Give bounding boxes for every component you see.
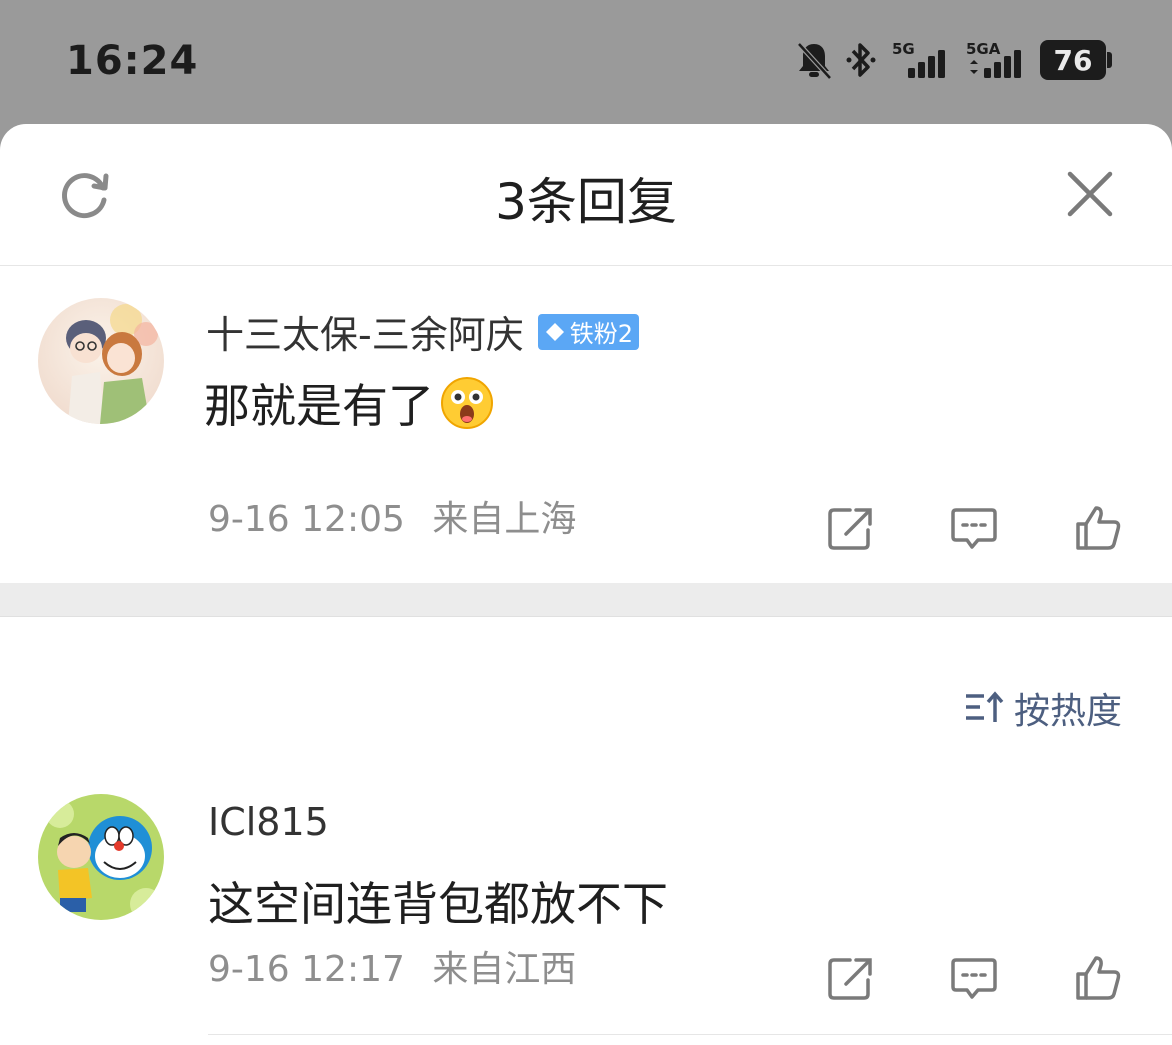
share-icon[interactable] [826, 954, 874, 1002]
sheet-header: 3条回复 [0, 124, 1172, 266]
close-icon[interactable] [1064, 168, 1116, 220]
comment-location: 来自上海 [432, 499, 577, 540]
comment-date: 9-16 12:17 [208, 949, 405, 990]
svg-text:5GA: 5GA [966, 40, 1001, 58]
fan-badge-label: 铁粉2 [569, 320, 633, 348]
section-divider [0, 583, 1172, 617]
avatar[interactable] [38, 298, 164, 424]
author-name[interactable]: ICl815 [208, 800, 329, 844]
author-row: ICl815 [208, 800, 329, 844]
diamond-icon [545, 322, 564, 341]
bluetooth-icon [846, 43, 876, 77]
share-icon[interactable] [826, 504, 874, 552]
status-bar: 16:24 5G 5GA 76 [0, 0, 1172, 124]
comment-icon[interactable] [950, 504, 998, 552]
signal-5ga-icon: 5GA [966, 40, 1021, 78]
comment-location: 来自江西 [432, 949, 577, 990]
bell-off-icon [797, 42, 832, 80]
comment-meta: 9-16 12:05 来自上海 [208, 490, 576, 542]
author-row: 十三太保-三余阿庆 铁粉2 [206, 304, 639, 359]
reply-sheet: 3条回复 十三太保-三余阿庆 铁粉2 那就是有了 9-16 12:05 来自上海… [0, 124, 1172, 1045]
sort-button[interactable]: 按热度 [964, 682, 1122, 734]
sort-icon [965, 691, 1004, 722]
status-icons: 5G 5GA 76 [796, 38, 1112, 82]
comment-body: 这空间连背包都放不下 [208, 877, 668, 931]
author-name[interactable]: 十三太保-三余阿庆 [206, 304, 524, 359]
reply-item: ICl815 这空间连背包都放不下 9-16 12:17 来自江西 [0, 764, 1172, 1034]
main-comment: 十三太保-三余阿庆 铁粉2 那就是有了 9-16 12:05 来自上海 [0, 266, 1172, 583]
comment-meta: 9-16 12:17 来自江西 [208, 940, 576, 992]
reply-divider [208, 1034, 1172, 1035]
comment-actions [826, 504, 1122, 552]
comment-actions [826, 954, 1122, 1002]
sheet-title: 3条回复 [495, 173, 677, 231]
battery-icon: 76 [1040, 40, 1112, 80]
sort-label: 按热度 [1013, 691, 1122, 732]
comment-body: 那就是有了 [204, 379, 434, 433]
comment-text: 这空间连背包都放不下 [208, 868, 668, 934]
status-time: 16:24 [66, 38, 199, 84]
comment-text: 那就是有了 [204, 370, 496, 436]
like-icon[interactable] [1074, 954, 1122, 1002]
like-icon[interactable] [1074, 504, 1122, 552]
surprised-emoji-icon [441, 377, 493, 429]
comment-date: 9-16 12:05 [208, 499, 405, 540]
signal-5g-icon: 5G [892, 40, 945, 78]
comment-icon[interactable] [950, 954, 998, 1002]
svg-text:5G: 5G [892, 40, 915, 58]
fan-badge: 铁粉2 [537, 313, 639, 350]
avatar[interactable] [38, 794, 164, 920]
